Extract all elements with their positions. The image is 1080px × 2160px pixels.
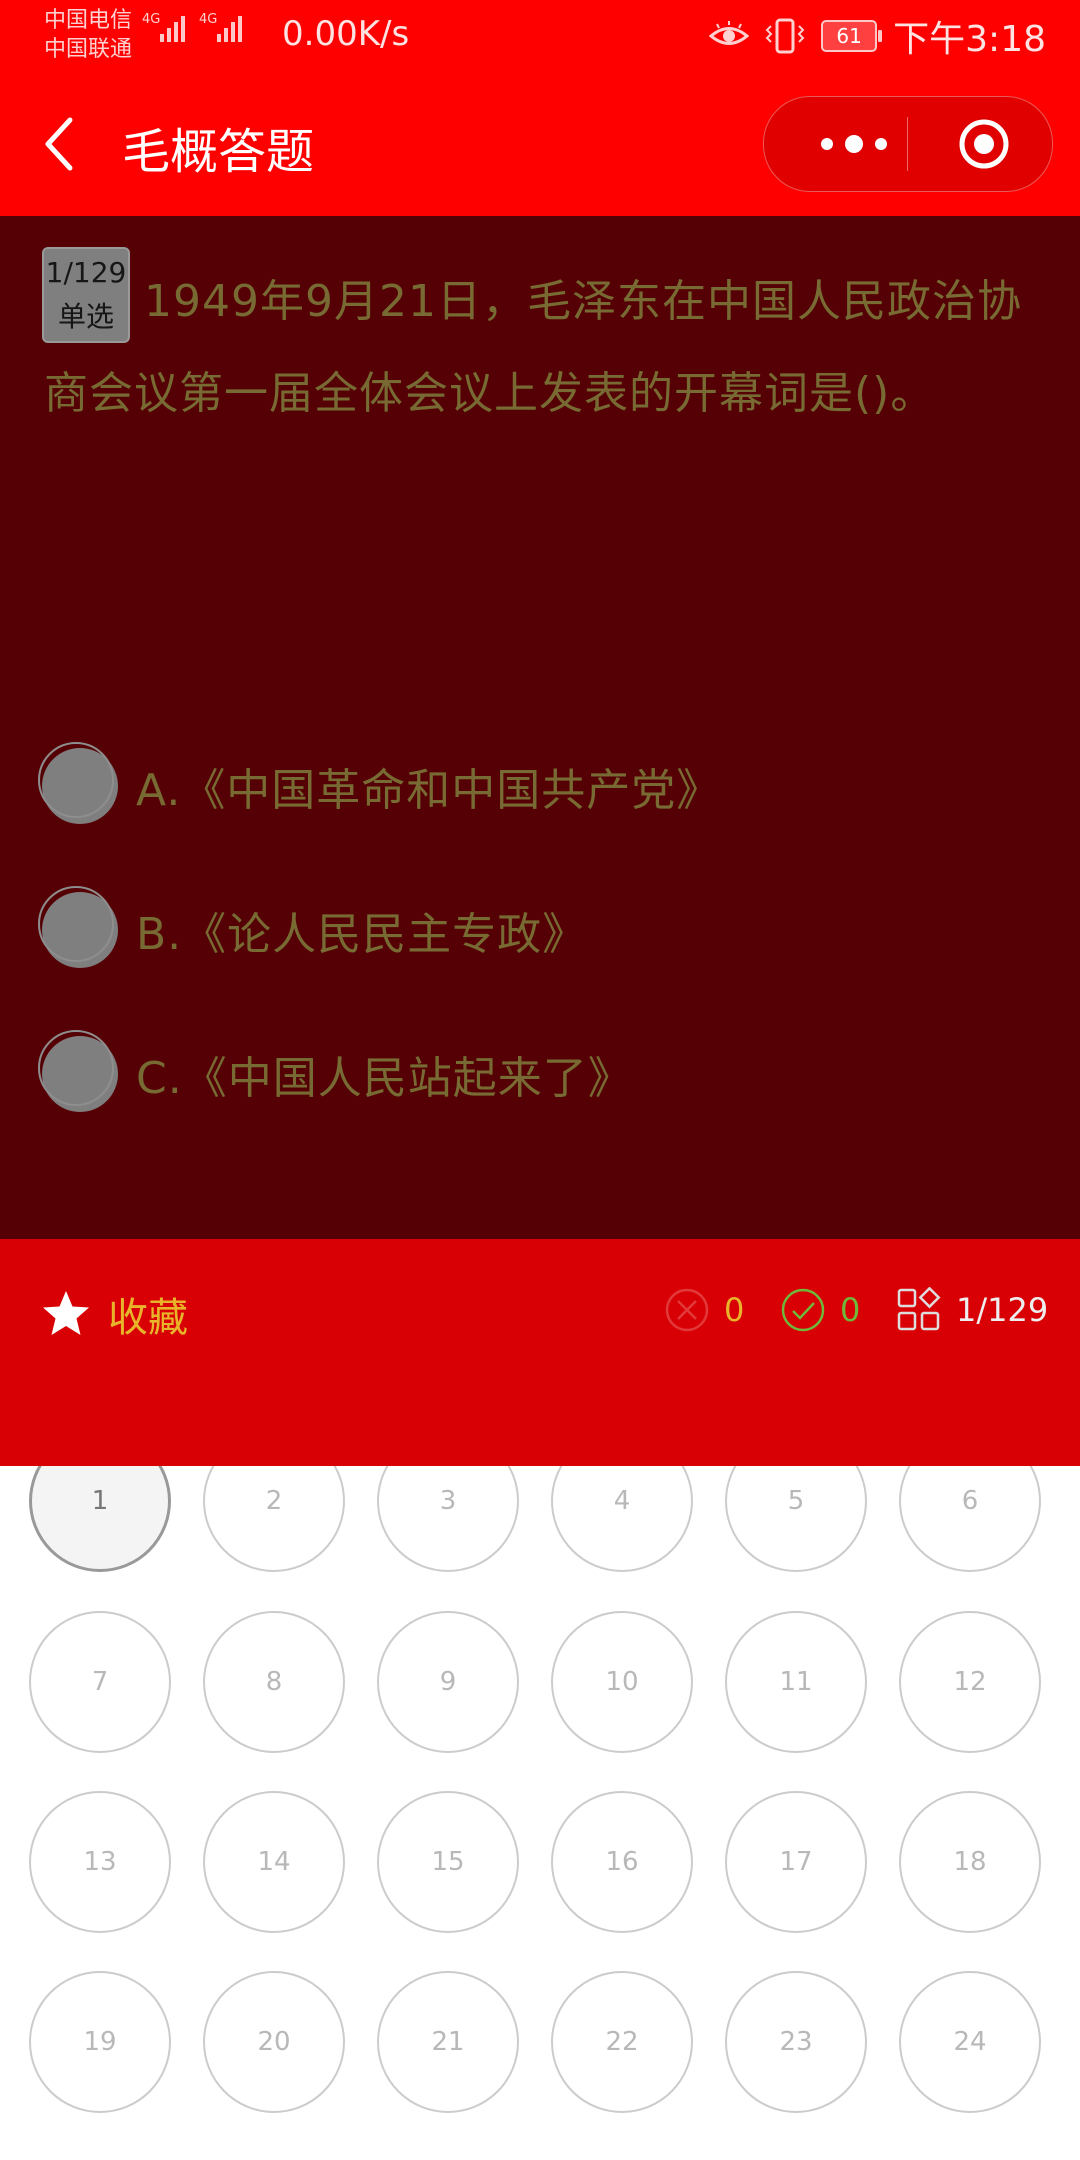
question-number-cell[interactable]: 13 [29,1791,171,1933]
question-area: 1/129 单选 1949年9月21日，毛泽东在中国人民政治协商会议第一届全体会… [0,216,1080,1239]
question-number-cell[interactable]: 8 [203,1611,345,1753]
wrong-count: 0 [664,1287,744,1333]
question-number-cell[interactable]: 20 [203,1971,345,2113]
eye-icon [709,21,750,45]
wrong-circle-icon [665,1288,709,1332]
radio-button[interactable] [38,886,118,968]
question-number-cell[interactable]: 5 [725,1466,867,1572]
question-number-cell[interactable]: 1 [29,1466,171,1572]
carrier-1: 中国电信 [44,8,133,33]
page-title: 毛概答题 [122,124,315,180]
answer-action-bar: 收藏 0 0 1/129 [0,1239,1080,1466]
question-number-cell[interactable]: 15 [377,1791,519,1933]
question-number-cell[interactable]: 9 [377,1611,519,1753]
question-number-cell[interactable]: 22 [551,1971,693,2113]
question-number-cell[interactable]: 6 [899,1466,1041,1572]
signal-icon-1: 4G [142,12,185,42]
question-number-cell[interactable]: 7 [29,1611,171,1753]
question-number-cell[interactable]: 24 [899,1971,1041,2113]
option-label: A.《中国革命和中国共产党》 [136,765,722,816]
star-icon [43,1291,89,1335]
clock: 下午3:18 [893,19,1046,60]
correct-count-value: 0 [840,1291,861,1329]
radio-button[interactable] [38,742,118,824]
question-number-cell[interactable]: 16 [551,1791,693,1933]
question-number-cell[interactable]: 2 [203,1466,345,1572]
grid-icon [897,1287,941,1331]
network-type-2: 4G [199,12,218,27]
question-number-cell[interactable]: 23 [725,1971,867,2113]
correct-circle-icon [781,1288,825,1332]
favorite-button[interactable]: 收藏 [40,1285,188,1343]
battery-icon: 61 [821,20,883,52]
vibrate-icon [765,18,805,54]
favorite-label: 收藏 [108,1295,188,1341]
question-number-cell[interactable]: 21 [377,1971,519,2113]
option-a[interactable]: A.《中国革命和中国共产党》 [38,742,722,826]
progress-grid-toggle[interactable]: 1/129 [896,1287,1048,1333]
progress-value: 1/129 [956,1291,1049,1329]
signal-icon-2: 4G [199,12,242,42]
question-text: 1949年9月21日，毛泽东在中国人民政治协商会议第一届全体会议上发表的开幕词是… [44,276,1022,419]
chevron-left-icon[interactable] [40,112,84,176]
question-number-cell[interactable]: 4 [551,1466,693,1572]
network-speed: 0.00K/s [282,14,410,54]
carrier-2: 中国联通 [44,37,133,62]
correct-count: 0 [780,1287,860,1333]
question-number-grid: 1 2 3 4 5 6 7 8 9 10 11 12 13 14 15 16 17 18 19 20 21 22 23 24 [0,1466,1080,2160]
question-number-cell[interactable]: 18 [899,1791,1041,1933]
question-number-cell[interactable]: 14 [203,1791,345,1933]
capsule-divider [907,117,908,171]
navigation-bar: 毛概答题 [0,72,1080,216]
carrier-names: 中国电信 中国联通 [44,6,132,64]
question-number-cell[interactable]: 11 [725,1611,867,1753]
miniprogram-capsule [763,96,1053,192]
question-number-cell[interactable]: 12 [899,1611,1041,1753]
question-number-cell[interactable]: 19 [29,1971,171,2113]
more-dots-icon[interactable] [804,125,904,163]
option-b[interactable]: B.《论人民民主专政》 [38,886,588,970]
signal-icons: 4G 4G [142,12,242,42]
question-number-cell[interactable]: 3 [377,1466,519,1572]
question-number-cell[interactable]: 10 [551,1611,693,1753]
network-type-1: 4G [142,12,161,27]
wrong-count-value: 0 [724,1291,745,1329]
option-label: B.《论人民民主专政》 [136,909,588,960]
target-circle-icon[interactable] [957,117,1011,171]
radio-button[interactable] [38,1030,118,1112]
option-label: C.《中国人民站起来了》 [136,1053,633,1104]
status-bar: 中国电信 中国联通 4G 4G 0.00K/s 61 下午3:18 [0,0,1080,72]
option-c[interactable]: C.《中国人民站起来了》 [38,1030,633,1114]
question-number-cell[interactable]: 17 [725,1791,867,1933]
